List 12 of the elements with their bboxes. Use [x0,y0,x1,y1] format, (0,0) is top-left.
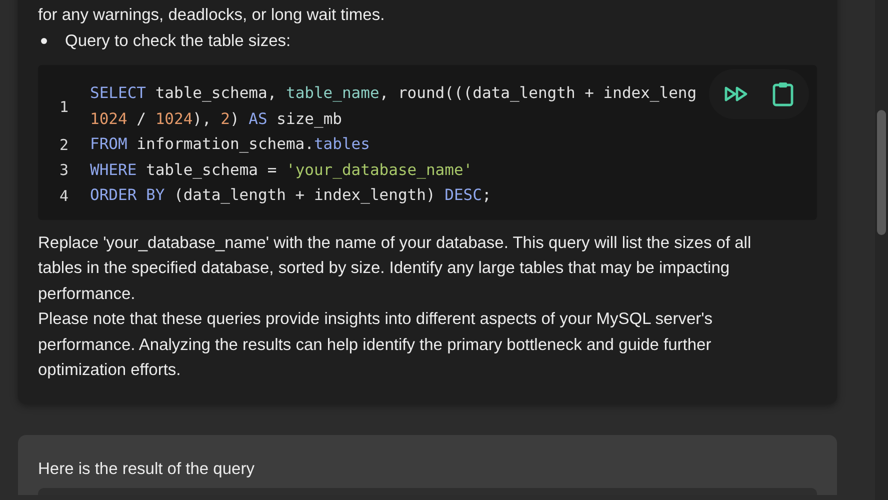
paragraph-text: Please note that these queries provide insights into different aspects of your MySQL server's performance. Analyzing the results can help identify the primary bottleneck and guide further optimization efforts. [38,309,714,381]
line-number: 1 [58,98,70,116]
code-line: ORDER BY (data_length + index_length) DESC; [90,185,492,206]
paragraph-text: Replace 'your_database_name' with the name of your database. This query will list the sizes of all tables in the specified database, sorted by size. Identify any large tables that may be impacting performance. [38,232,752,304]
line-number: 4 [58,186,70,205]
line-number: 2 [58,136,70,154]
message-text: Here is the result of the query [38,458,256,480]
line-number: 3 [58,161,70,180]
code-line: WHERE table_schema = 'your_database_name' [90,160,473,181]
code-line: FROM information_schema.tables [90,134,370,155]
paragraph-text: for any warnings, deadlocks, or long wait times. [38,5,386,26]
list-item-text: Query to check the table sizes: [65,30,291,52]
